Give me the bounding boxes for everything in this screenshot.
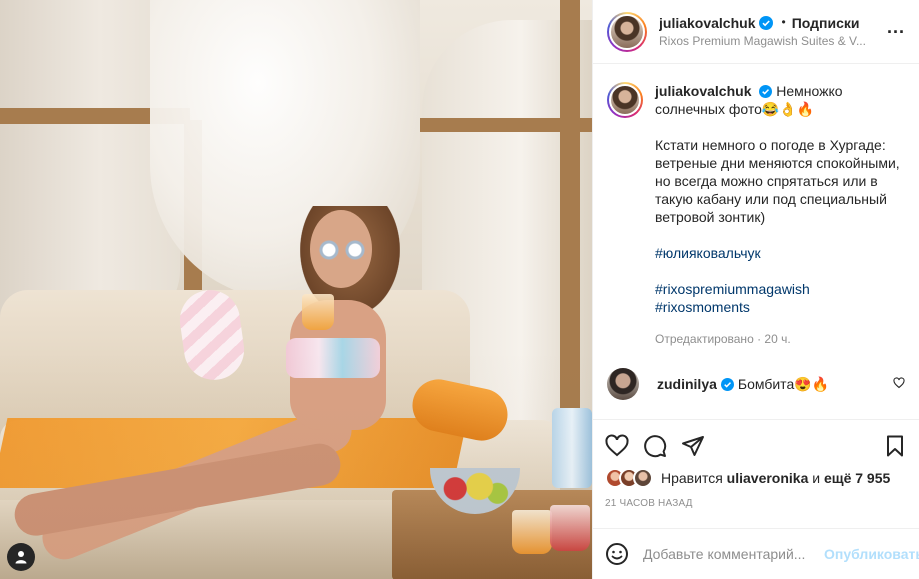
author-username[interactable]: juliakovalchuk bbox=[659, 14, 755, 32]
post-modal: juliakovalchuk • Подписки Rixos Premium … bbox=[0, 0, 919, 579]
comments-section: juliakovalchuk Немножко солнечных фото😂👌… bbox=[593, 64, 919, 419]
caption-text: Кстати немного о погоде в Хургаде: ветре… bbox=[655, 137, 900, 225]
verified-badge-icon bbox=[759, 15, 774, 30]
user-tag-icon bbox=[15, 551, 27, 564]
liker-avatar[interactable] bbox=[633, 468, 653, 488]
post-actions: Нравится uliaveronika и ещё 7 955 21 ЧАС… bbox=[593, 419, 919, 528]
commenter-avatar[interactable] bbox=[607, 368, 639, 400]
author-avatar[interactable] bbox=[607, 82, 643, 118]
author-avatar[interactable] bbox=[607, 11, 647, 52]
comment-like-icon[interactable] bbox=[893, 376, 905, 392]
publish-button[interactable]: Опубликовать bbox=[824, 546, 919, 562]
post-timestamp[interactable]: 21 ЧАСОВ НАЗАД bbox=[605, 498, 907, 528]
follow-button[interactable]: Подписки bbox=[792, 14, 860, 32]
hashtag-link[interactable]: #юлияковальчук bbox=[655, 244, 905, 262]
post-sidebar: juliakovalchuk • Подписки Rixos Premium … bbox=[592, 0, 919, 579]
verified-badge-icon bbox=[759, 85, 773, 98]
more-options-icon[interactable]: ... bbox=[887, 17, 905, 46]
separator-dot: • bbox=[781, 14, 786, 29]
comment-icon[interactable] bbox=[643, 434, 667, 458]
likes-count[interactable]: ещё 7 955 bbox=[824, 470, 890, 486]
location-link[interactable]: Rixos Premium Magawish Suites & V... bbox=[659, 34, 879, 50]
comment-input[interactable] bbox=[643, 546, 824, 562]
caption-username[interactable]: juliakovalchuk bbox=[655, 83, 751, 99]
caption: juliakovalchuk Немножко солнечных фото😂👌… bbox=[607, 82, 905, 348]
comment-item: zudinilya Бомбита😍🔥 bbox=[607, 368, 905, 400]
hashtag-link[interactable]: #rixosmoments bbox=[655, 298, 905, 316]
photo-shade bbox=[0, 0, 592, 579]
caption-meta: Отредактировано · 20 ч. bbox=[655, 332, 791, 346]
hashtag-link[interactable]: #rixospremiummagawish bbox=[655, 280, 905, 298]
heart-icon[interactable] bbox=[605, 434, 629, 458]
post-header: juliakovalchuk • Подписки Rixos Premium … bbox=[593, 0, 919, 64]
liker-username[interactable]: uliaveronika bbox=[727, 470, 809, 486]
commenter-username[interactable]: zudinilya bbox=[657, 376, 717, 392]
share-icon[interactable] bbox=[681, 434, 705, 458]
verified-badge-icon bbox=[720, 377, 734, 391]
emoji-icon[interactable] bbox=[605, 542, 629, 566]
likes-prefix: Нравится bbox=[661, 470, 723, 486]
likes-summary: Нравится uliaveronika и ещё 7 955 bbox=[605, 466, 907, 490]
likes-connector: и bbox=[812, 470, 821, 486]
bookmark-icon[interactable] bbox=[883, 434, 907, 458]
comment-text: Бомбита😍🔥 bbox=[737, 375, 830, 392]
add-comment-bar: Опубликовать bbox=[593, 528, 919, 579]
post-photo[interactable] bbox=[0, 0, 592, 579]
user-tag-button[interactable] bbox=[7, 543, 35, 571]
